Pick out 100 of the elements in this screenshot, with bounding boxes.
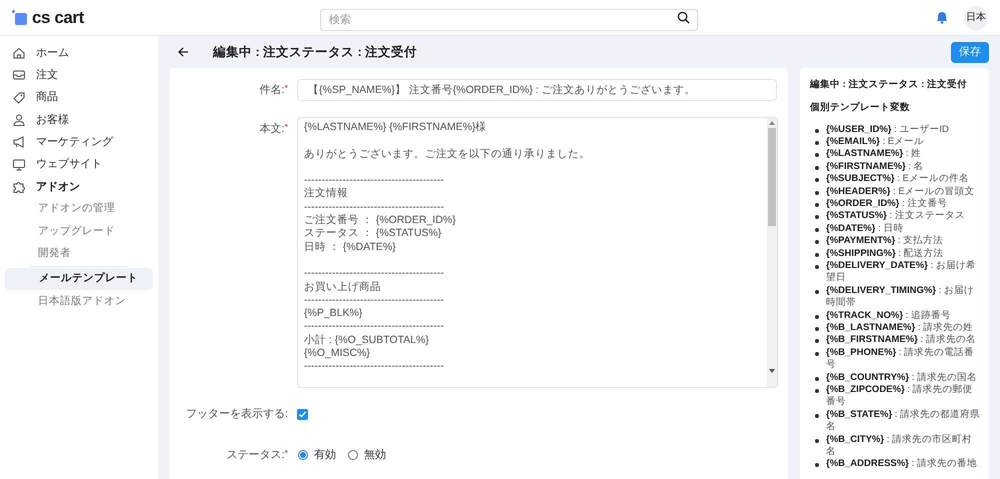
sidebar-item[interactable]: お客様 xyxy=(36,112,69,128)
bullet-icon xyxy=(815,153,819,158)
bullet-icon xyxy=(815,327,819,331)
bullet-icon xyxy=(815,352,819,356)
bullet-icon xyxy=(815,140,819,145)
text-line: ---------------------------------------- xyxy=(304,267,445,281)
search-icon[interactable] xyxy=(677,10,690,24)
variable-item: {%USER_ID%} : ユーザーID xyxy=(826,124,949,136)
sidebar-item[interactable]: ホーム xyxy=(36,44,69,62)
text-line: ---------------------------------------- xyxy=(304,200,445,214)
sidebar-item[interactable]: アドオン xyxy=(36,178,80,196)
text-line: ---------------------------------------- xyxy=(304,320,445,334)
variable-item: {%HEADER%} : Eメールの冒頭文 xyxy=(826,186,975,198)
radio-button[interactable] xyxy=(298,450,308,460)
user-icon xyxy=(12,113,26,128)
scrollbar[interactable] xyxy=(767,118,777,387)
variable-item: {%DELIVERY_DATE%} : お届け希望日 xyxy=(826,260,977,285)
bullet-icon xyxy=(815,252,819,257)
logo[interactable]: cs cart xyxy=(32,4,84,30)
bullet-icon xyxy=(815,339,819,344)
tag-icon xyxy=(12,90,26,105)
variable-item: {%B_LASTNAME%} : 請求先の姓 xyxy=(826,322,974,334)
variable-item: {%FIRSTNAME%} : 名 xyxy=(826,160,924,174)
panel-title: 編集中 : 注文ステータス : 注文受付 xyxy=(810,78,968,92)
sidebar-subitem[interactable]: メールテンプレート xyxy=(5,268,153,290)
variable-item: {%B_PHONE%} : 請求先の電話番号 xyxy=(826,346,976,372)
body-textarea[interactable] xyxy=(297,117,778,388)
sidebar-subitem[interactable]: アップグレード xyxy=(4,220,154,243)
variable-item: {%B_FIRSTNAME%} : 請求先の名 xyxy=(826,334,976,347)
text-line: ありがとうございます。ご注文を以下の通り承りました。 xyxy=(304,148,591,161)
text-line: ご注文番号 ： {%ORDER_ID%} xyxy=(304,214,457,228)
sidebar-subitem[interactable]: 開発者 xyxy=(4,242,154,265)
language-button[interactable]: 日本 xyxy=(964,6,988,30)
variable-item: {%STATUS%} : 注文ステータス xyxy=(826,210,965,223)
inbox-icon xyxy=(12,68,26,82)
bullet-icon xyxy=(815,178,819,182)
bell-icon[interactable] xyxy=(936,11,948,24)
bullet-icon xyxy=(815,264,819,269)
sidebar-item[interactable]: 商品 xyxy=(36,89,58,106)
text-line: 小計 : {%O_SUBTOTAL%} xyxy=(304,334,430,348)
field-label: ステータス:* xyxy=(225,446,288,462)
variable-item: {%SUBJECT%} : Eメールの件名 xyxy=(826,173,969,186)
bullet-icon xyxy=(815,314,819,319)
text-line: {%LASTNAME%} {%FIRSTNAME%}様 xyxy=(304,121,488,134)
field-label: 本文:* xyxy=(258,121,288,137)
search-field[interactable]: 検索 xyxy=(320,8,698,30)
text-line: 日時 ： {%DATE%} xyxy=(304,240,397,254)
bullet-icon xyxy=(815,438,819,443)
variable-item: {%ORDER_ID%} : 注文番号 xyxy=(826,198,948,210)
variable-item: {%B_CITY%} : 請求先の市区町村名 xyxy=(826,434,973,458)
monitor-icon xyxy=(12,158,26,172)
bullet-icon xyxy=(815,376,819,381)
bullet-icon xyxy=(815,290,819,294)
sidebar-item[interactable]: ウェブサイト xyxy=(36,156,102,173)
text-line: ---------------------------------------- xyxy=(304,174,445,187)
bullet-icon xyxy=(815,463,819,468)
puzzle-icon xyxy=(12,180,26,194)
text-line: お買い上げ商品 xyxy=(304,280,382,294)
back-arrow-icon[interactable] xyxy=(178,47,189,57)
bullet-icon xyxy=(815,215,819,220)
bullet-icon xyxy=(815,128,819,132)
variable-item: {%DATE%} : 日時 xyxy=(826,222,904,235)
text-line: ステータス ： {%STATUS%} xyxy=(304,227,442,241)
text-line: {%P_BLK%} xyxy=(304,307,364,320)
home-icon xyxy=(12,46,26,60)
variable-item: {%LASTNAME%} : 姓 xyxy=(826,148,921,161)
variable-item: {%TRACK_NO%} : 追跡番号 xyxy=(826,310,951,322)
bullet-icon xyxy=(815,389,819,394)
bullet-icon xyxy=(815,240,819,244)
logo-icon xyxy=(12,10,28,26)
sidebar-item[interactable]: 注文 xyxy=(36,67,58,84)
text-line: ---------------------------------------- xyxy=(304,360,445,374)
variable-item: {%B_ZIPCODE%} : 請求先の郵便番号 xyxy=(826,384,974,409)
bullet-icon xyxy=(815,228,819,232)
variable-item: {%EMAIL%} : Eメール xyxy=(826,136,924,148)
field-label: 件名:* xyxy=(258,82,288,98)
variable-item: {%B_ADDRESS%} : 請求先の番地 xyxy=(826,458,977,471)
sidebar-item[interactable]: マーケティング xyxy=(36,134,113,151)
variable-item: {%B_STATE%} : 請求先の都道府県名 xyxy=(826,408,981,434)
checkbox[interactable] xyxy=(297,408,308,420)
text-line: 注文情報 xyxy=(304,187,349,201)
page-title: 編集中 : 注文ステータス : 注文受付 xyxy=(213,44,418,61)
variable-item: {%DELIVERY_TIMING%} : お届け時間帯 xyxy=(826,284,975,310)
variable-item: {%B_COUNTRY%} : 請求先の国名 xyxy=(826,372,977,384)
radio-label[interactable]: 有効 xyxy=(314,446,336,463)
radio-label[interactable]: 無効 xyxy=(364,446,386,463)
variable-item: {%SHIPPING%} : 配送方法 xyxy=(826,248,944,260)
bullet-icon xyxy=(815,166,819,170)
radio-button[interactable] xyxy=(348,450,358,460)
field-label: フッターを表示する: xyxy=(184,407,288,422)
sidebar-subitem[interactable]: アドオンの管理 xyxy=(4,198,154,220)
bullet-icon xyxy=(815,202,819,207)
panel-subtitle: 個別テンプレート変数 xyxy=(810,101,911,116)
text-line: {%O_MISC%} xyxy=(304,347,371,360)
megaphone-icon xyxy=(12,135,26,150)
text-line: ---------------------------------------- xyxy=(304,294,445,308)
sidebar-subitem[interactable]: 日本語版アドオン xyxy=(4,290,154,313)
subject-field[interactable]: 【{%SP_NAME%}】 注文番号{%ORDER_ID%} : ご注文ありがとうございます。 xyxy=(297,79,777,101)
variable-item: {%PAYMENT%} : 支払方法 xyxy=(826,235,944,248)
bullet-icon xyxy=(815,190,819,195)
